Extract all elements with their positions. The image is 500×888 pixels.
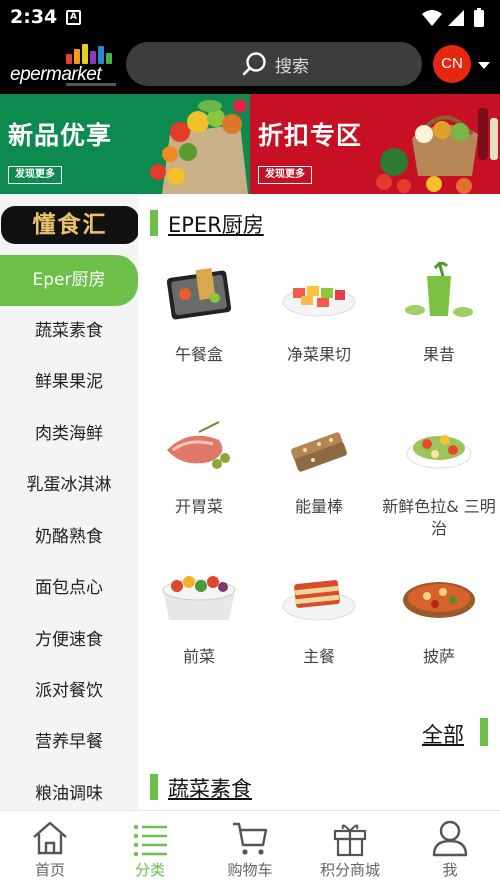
- tile-label: 主餐: [302, 647, 335, 666]
- nav-category[interactable]: 分类: [100, 811, 200, 888]
- search-icon: [242, 52, 266, 76]
- notification-icon: A: [66, 10, 81, 25]
- sidebar-item-instant[interactable]: 方便速食: [0, 615, 138, 666]
- search-placeholder: 搜索: [275, 57, 309, 77]
- gift-icon: [333, 824, 367, 857]
- section-accent-bar: [150, 210, 158, 236]
- nav-profile[interactable]: 我: [400, 811, 500, 888]
- sidebar-item-vegetables[interactable]: 蔬菜素食: [0, 306, 138, 357]
- logo-bars-icon: [66, 42, 116, 64]
- nav-points-mall[interactable]: 积分商城: [300, 811, 400, 888]
- nav-label: 我: [442, 861, 458, 879]
- profile-icon: [432, 820, 468, 857]
- category-tile[interactable]: 开胃菜: [139, 410, 259, 550]
- nav-label: 首页: [34, 861, 65, 879]
- sidebar-item-party[interactable]: 派对餐饮: [0, 666, 138, 717]
- banner-discounts[interactable]: 折扣专区 发现更多: [250, 94, 500, 194]
- sidebar-item-fruit[interactable]: 鲜果果泥: [0, 357, 138, 408]
- tile-label: 新鲜色拉& 三明治: [382, 497, 496, 538]
- salad-icon: [406, 435, 472, 469]
- sidebar-item-breakfast[interactable]: 营养早餐: [0, 717, 138, 768]
- nav-home[interactable]: 首页: [0, 811, 100, 888]
- section-accent-bar: [150, 774, 158, 800]
- sidebar-item-meat-seafood[interactable]: 肉类海鲜: [0, 409, 138, 460]
- banner-title: 折扣专区: [258, 121, 363, 150]
- appetizer-icon: [167, 421, 230, 469]
- sidebar-item-cheese-deli[interactable]: 奶酪熟食: [0, 512, 138, 563]
- discover-more-button[interactable]: 发现更多: [8, 166, 62, 184]
- view-all-label[interactable]: 全部: [422, 719, 464, 749]
- grocery-basket-icon: [376, 108, 498, 194]
- fruit-platter-icon: [282, 286, 356, 317]
- category-list-icon: [133, 824, 167, 857]
- sidebar-brand-banner[interactable]: 懂食汇: [1, 206, 139, 244]
- category-tile[interactable]: 果昔: [379, 258, 499, 398]
- cart-icon: [233, 822, 268, 855]
- tile-label: 披萨: [422, 647, 455, 666]
- smoothie-icon: [405, 261, 473, 317]
- tile-label: 净菜果切: [286, 345, 351, 364]
- category-tile[interactable]: 主餐: [259, 560, 379, 700]
- home-icon: [33, 821, 67, 855]
- bottom-navigation: 首页 分类 购物车 积分商城 我: [0, 810, 500, 888]
- epermarket-logo[interactable]: epermarket: [10, 40, 118, 90]
- main-course-icon: [282, 580, 356, 621]
- banner-new-products[interactable]: 新品优享 发现更多: [0, 94, 250, 194]
- section-accent-bar: [480, 718, 488, 746]
- nav-cart[interactable]: 购物车: [200, 811, 300, 888]
- category-tile[interactable]: 能量棒: [259, 410, 379, 550]
- energy-bar-icon: [291, 432, 347, 472]
- status-bar: 2:34 A: [0, 0, 500, 36]
- section-title[interactable]: EPER厨房: [168, 209, 264, 239]
- starter-icon: [162, 576, 236, 620]
- category-content: EPER厨房 午餐盒 净菜果切 果昔 开胃菜 能量棒 新鲜色拉& 三明治 前菜 …: [138, 194, 500, 810]
- banner-title: 新品优享: [8, 121, 113, 150]
- category-sidebar: 懂食汇 Eper厨房 蔬菜素食 鲜果果泥 肉类海鲜 乳蛋冰淇淋 奶酪熟食 面包点…: [0, 194, 139, 810]
- nav-label: 分类: [134, 861, 165, 879]
- category-tile[interactable]: 前菜: [139, 560, 259, 700]
- chevron-down-icon[interactable]: [478, 62, 490, 69]
- nav-label: 购物车: [227, 861, 273, 879]
- category-tile[interactable]: 新鲜色拉& 三明治: [379, 410, 499, 550]
- status-time: 2:34: [10, 6, 58, 28]
- logo-underline: [66, 83, 116, 86]
- discover-more-button[interactable]: 发现更多: [258, 166, 312, 184]
- sidebar-item-bakery[interactable]: 面包点心: [0, 563, 138, 614]
- system-status-icons: [422, 8, 484, 27]
- nav-label: 积分商城: [319, 861, 380, 879]
- category-tile[interactable]: 净菜果切: [259, 258, 379, 398]
- language-button[interactable]: CN: [433, 45, 471, 83]
- pizza-icon: [403, 582, 475, 618]
- category-tile[interactable]: 午餐盒: [139, 258, 259, 398]
- sidebar-item-dairy[interactable]: 乳蛋冰淇淋: [0, 460, 138, 511]
- category-tile[interactable]: 披萨: [379, 560, 499, 700]
- tile-label: 能量棒: [294, 497, 343, 516]
- tile-label: 前菜: [182, 647, 215, 666]
- produce-basket-icon: [150, 99, 248, 194]
- section-title[interactable]: 蔬菜素食: [168, 773, 252, 803]
- tile-label: 开胃菜: [174, 497, 223, 516]
- sidebar-item-eper-kitchen[interactable]: Eper厨房: [0, 255, 138, 306]
- tile-label: 午餐盒: [174, 345, 223, 364]
- search-bar[interactable]: 搜索: [126, 42, 422, 86]
- lunchbox-icon: [166, 268, 232, 320]
- app-header: epermarket 搜索 CN: [0, 36, 500, 94]
- tile-label: 果昔: [422, 345, 455, 364]
